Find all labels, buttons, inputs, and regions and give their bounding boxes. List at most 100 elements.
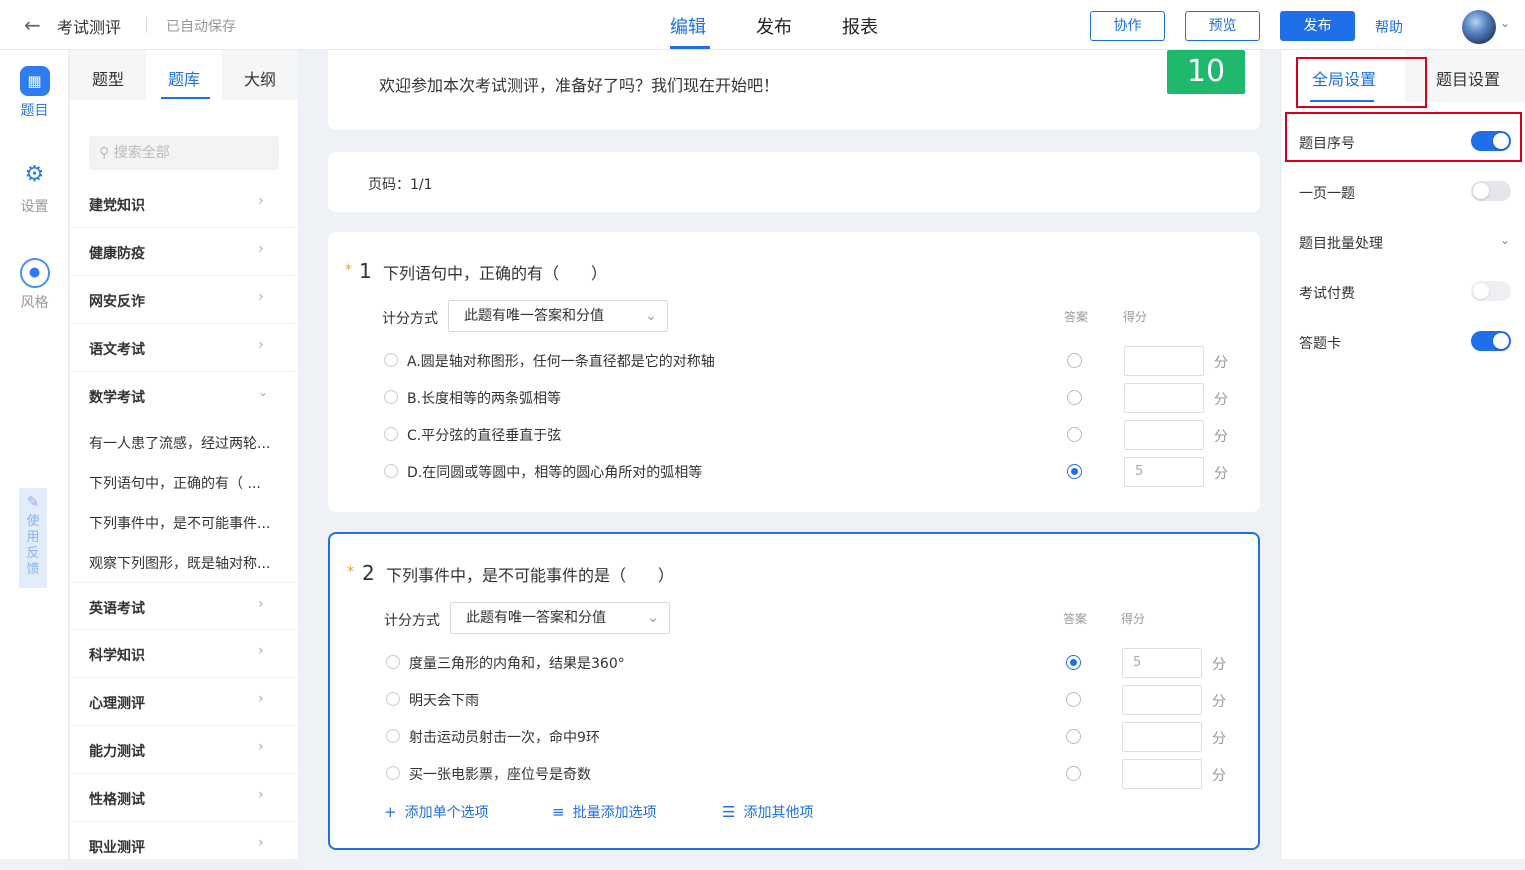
score-input[interactable]: [1122, 759, 1202, 789]
chevron-right-icon: ›: [258, 337, 264, 353]
list-item[interactable]: 下列语句中，正确的有（ ...: [89, 473, 279, 493]
rail-item-style[interactable]: ● 风格: [0, 258, 69, 312]
paid-exam-toggle[interactable]: [1471, 281, 1511, 301]
option-radio[interactable]: [384, 353, 398, 367]
chevron-right-icon: ›: [258, 787, 264, 803]
setting-label: 考试付费: [1299, 286, 1355, 302]
scoring-select[interactable]: 此题有唯一答案和分值 ⌄: [450, 602, 670, 634]
category-item[interactable]: 数学考试 ⌄: [70, 372, 298, 420]
batch-add-options-button[interactable]: ≡ 批量添加选项: [552, 802, 657, 822]
answer-radio[interactable]: [1066, 766, 1081, 781]
tab-active-indicator: [161, 97, 210, 99]
category-item[interactable]: 网安反诈 ›: [70, 276, 298, 324]
option-radio[interactable]: [384, 427, 398, 441]
option-text[interactable]: D.在同圆或等圆中，相等的圆心角所对的弧相等: [407, 462, 702, 482]
category-item[interactable]: 职业测评 ›: [70, 822, 298, 870]
answer-radio-selected[interactable]: [1067, 464, 1082, 479]
category-label: 职业测评: [89, 840, 145, 856]
tab-question-types[interactable]: 题型: [92, 66, 124, 90]
question-text[interactable]: 下列语句中，正确的有（ ）: [383, 260, 607, 284]
score-column-header: 得分: [1123, 310, 1148, 324]
chevron-down-icon[interactable]: ⌄: [1500, 16, 1510, 30]
category-item[interactable]: 能力测试 ›: [70, 726, 298, 774]
category-item[interactable]: 科学知识 ›: [70, 630, 298, 678]
tab-question-bank[interactable]: 题库: [168, 66, 200, 90]
score-column-header: 得分: [1121, 612, 1146, 626]
back-arrow-icon[interactable]: ←: [24, 14, 46, 36]
chevron-right-icon: ›: [258, 289, 264, 305]
score-input[interactable]: [1124, 420, 1204, 450]
answer-column-header: 答案: [1064, 310, 1089, 324]
answer-radio[interactable]: [1067, 390, 1082, 405]
add-other-option-button[interactable]: ☰ 添加其他项: [722, 802, 813, 822]
welcome-card[interactable]: 欢迎参加本次考试测评，准备好了吗？我们现在开始吧！ 10: [328, 50, 1260, 130]
category-item[interactable]: 性格测试 ›: [70, 774, 298, 822]
add-option-button[interactable]: + 添加单个选项: [384, 802, 489, 822]
question-card-selected[interactable]: * 2 下列事件中，是不可能事件的是（ ） 计分方式 此题有唯一答案和分值 ⌄ …: [328, 532, 1260, 850]
option-text[interactable]: 射击运动员射击一次，命中9环: [409, 727, 600, 747]
option-text[interactable]: B.长度相等的两条弧相等: [407, 388, 561, 408]
score-input[interactable]: [1122, 722, 1202, 752]
option-radio[interactable]: [386, 655, 400, 669]
option-text[interactable]: 买一张电影票，座位号是奇数: [409, 764, 591, 784]
answer-radio[interactable]: [1066, 729, 1081, 744]
answer-radio[interactable]: [1067, 427, 1082, 442]
editor-canvas: 欢迎参加本次考试测评，准备好了吗？我们现在开始吧！ 10 页码：1/1 * 1 …: [309, 50, 1277, 859]
help-link[interactable]: 帮助: [1375, 17, 1403, 37]
setting-label[interactable]: 题目批量处理: [1299, 233, 1383, 253]
list-item[interactable]: 有一人患了流感，经过两轮...: [89, 433, 279, 453]
required-marker: *: [347, 564, 354, 580]
list-item[interactable]: 观察下列图形，既是轴对称...: [89, 553, 279, 573]
answer-radio[interactable]: [1067, 353, 1082, 368]
score-unit: 分: [1212, 768, 1226, 784]
option-radio[interactable]: [384, 464, 398, 478]
preview-button[interactable]: 预览: [1185, 11, 1260, 41]
option-radio[interactable]: [386, 692, 400, 706]
avatar[interactable]: [1462, 10, 1496, 44]
collaborate-button[interactable]: 协作: [1090, 11, 1165, 41]
category-item[interactable]: 建党知识 ›: [70, 180, 298, 228]
scoring-select[interactable]: 此题有唯一答案和分值 ⌄: [448, 300, 668, 332]
question-card[interactable]: * 1 下列语句中，正确的有（ ） 计分方式 此题有唯一答案和分值 ⌄ 答案 得…: [328, 232, 1260, 512]
publish-button[interactable]: 发布: [1280, 11, 1355, 41]
option-radio[interactable]: [384, 390, 398, 404]
category-item[interactable]: 心理测评 ›: [70, 678, 298, 726]
category-label: 科学知识: [89, 648, 145, 664]
score-input[interactable]: 5: [1124, 457, 1204, 487]
option-text[interactable]: 明天会下雨: [409, 690, 479, 710]
chevron-down-icon[interactable]: ⌄: [1500, 233, 1510, 247]
answer-sheet-toggle[interactable]: [1471, 331, 1511, 351]
score-input[interactable]: [1124, 346, 1204, 376]
timer-badge[interactable]: 10: [1167, 50, 1245, 94]
page-card[interactable]: 页码：1/1: [328, 152, 1260, 212]
tab-publish[interactable]: 发布: [756, 13, 792, 39]
tab-report[interactable]: 报表: [842, 13, 878, 39]
search-input[interactable]: ⚲ 搜索全部: [89, 136, 279, 170]
option-text[interactable]: C.平分弦的直径垂直于弦: [407, 425, 561, 445]
category-item[interactable]: 英语考试 ›: [70, 582, 298, 630]
option-text[interactable]: A.圆是轴对称图形，任何一条直径都是它的对称轴: [407, 351, 715, 371]
score-unit: 分: [1212, 694, 1226, 710]
option-radio[interactable]: [386, 729, 400, 743]
tab-outline[interactable]: 大纲: [244, 66, 276, 90]
feedback-button[interactable]: ✎ 使用反馈: [19, 488, 47, 588]
option-radio[interactable]: [386, 766, 400, 780]
one-per-page-toggle[interactable]: [1471, 181, 1511, 201]
score-input[interactable]: [1122, 685, 1202, 715]
score-unit: 分: [1212, 731, 1226, 747]
tab-edit[interactable]: 编辑: [670, 13, 706, 39]
rail-item-questions[interactable]: ▦ 题目: [0, 66, 69, 120]
answer-radio[interactable]: [1066, 692, 1081, 707]
welcome-text[interactable]: 欢迎参加本次考试测评，准备好了吗？我们现在开始吧！: [379, 72, 779, 96]
question-text[interactable]: 下列事件中，是不可能事件的是（ ）: [386, 562, 674, 586]
setting-label: 一页一题: [1299, 186, 1355, 202]
option-text[interactable]: 度量三角形的内角和，结果是360°: [409, 653, 625, 673]
answer-radio-selected[interactable]: [1066, 655, 1081, 670]
category-item[interactable]: 健康防疫 ›: [70, 228, 298, 276]
list-item[interactable]: 下列事件中，是不可能事件...: [89, 513, 279, 533]
score-input[interactable]: [1124, 383, 1204, 413]
tab-question-settings[interactable]: 题目设置: [1436, 66, 1500, 90]
rail-item-settings[interactable]: ⚙ 设置: [0, 162, 69, 216]
score-input[interactable]: 5: [1122, 648, 1202, 678]
category-item[interactable]: 语文考试 ›: [70, 324, 298, 372]
